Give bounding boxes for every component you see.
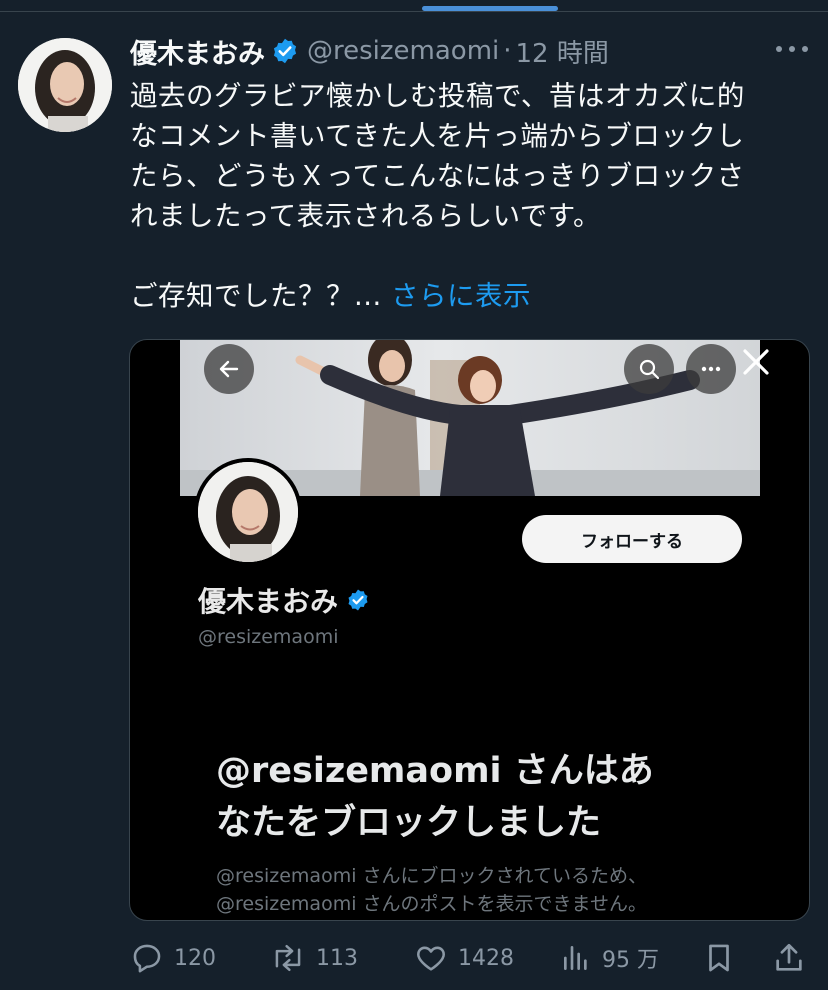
tweet-text-line: なコメント書いてきた人を片っ端からブロックし bbox=[130, 120, 745, 152]
analytics-icon bbox=[564, 946, 587, 970]
profile-name: 優木まおみ bbox=[198, 580, 370, 620]
profile-avatar bbox=[194, 458, 302, 566]
verified-badge-icon bbox=[348, 589, 368, 611]
share-button[interactable] bbox=[772, 936, 806, 980]
tweet-actions: 120 113 1428 95 万 bbox=[0, 936, 828, 980]
blocked-title-line: なたをブロックしました bbox=[216, 803, 602, 843]
bookmark-icon bbox=[709, 944, 729, 972]
tweet-header: 優木まおみ @resizemaomi · 12 時間 bbox=[130, 32, 609, 71]
tweet-text-line: たら、どうもＸってこんなにはっきりブロックさ bbox=[130, 160, 745, 192]
more-icon[interactable] bbox=[686, 344, 736, 394]
reply-count: 120 bbox=[174, 945, 216, 971]
like-button[interactable]: 1428 bbox=[414, 936, 514, 980]
repost-count: 113 bbox=[316, 945, 358, 971]
share-icon bbox=[776, 943, 802, 971]
repost-button[interactable]: 113 bbox=[270, 936, 358, 980]
profile-name-text: 優木まおみ bbox=[198, 585, 339, 618]
tweet-media-image[interactable]: フォローする 優木まおみ @resizemaomi @resizemaomi さ… bbox=[129, 339, 810, 921]
screenshot-content: フォローする 優木まおみ @resizemaomi @resizemaomi さ… bbox=[180, 340, 760, 920]
author-name[interactable]: 優木まおみ bbox=[130, 32, 265, 71]
tweet-text-line: ご存知でした？？... bbox=[130, 280, 382, 312]
tweet-body: 過去のグラビア懐かしむ投稿で、昔はオカズに的 なコメント書いてきた人を片っ端から… bbox=[130, 76, 802, 316]
heart-icon bbox=[417, 946, 445, 971]
close-icon[interactable] bbox=[738, 344, 774, 380]
tab-indicator bbox=[422, 6, 558, 11]
bookmark-button[interactable] bbox=[702, 936, 736, 980]
search-icon[interactable] bbox=[624, 344, 674, 394]
blocked-sub-line: @resizemaomi さんにブロックされているため、 bbox=[216, 865, 647, 887]
show-more-link[interactable]: さらに表示 bbox=[391, 280, 531, 312]
blocked-title-line: @resizemaomi さんはあ bbox=[216, 751, 654, 791]
header-separator: · bbox=[503, 36, 512, 66]
verified-badge-icon bbox=[273, 38, 297, 64]
back-arrow-icon[interactable] bbox=[204, 344, 254, 394]
tweet-text-line: れましたって表示されるらしいです。 bbox=[130, 200, 602, 232]
repost-icon bbox=[275, 944, 301, 972]
follow-button[interactable]: フォローする bbox=[522, 515, 742, 563]
like-count: 1428 bbox=[458, 945, 514, 971]
views-button[interactable]: 95 万 bbox=[560, 936, 659, 980]
reply-button[interactable]: 120 bbox=[130, 936, 216, 980]
blocked-title: @resizemaomi さんはあ なたをブロックしました bbox=[216, 745, 736, 849]
tweet-text-line: 過去のグラビア懐かしむ投稿で、昔はオカズに的 bbox=[130, 80, 745, 112]
blocked-sub-line: @resizemaomi さんのポストを表示できません。 bbox=[216, 893, 647, 915]
profile-handle: @resizemaomi bbox=[198, 626, 339, 648]
reply-icon bbox=[133, 944, 161, 973]
views-count: 95 万 bbox=[602, 948, 659, 973]
more-options-icon[interactable] bbox=[776, 37, 808, 61]
tweet-timestamp[interactable]: 12 時間 bbox=[516, 33, 609, 70]
author-handle[interactable]: @resizemaomi bbox=[307, 36, 499, 66]
blocked-description: @resizemaomi さんにブロックされているため、 @resizemaom… bbox=[216, 862, 736, 918]
top-divider bbox=[0, 11, 828, 12]
author-avatar[interactable] bbox=[18, 38, 112, 132]
